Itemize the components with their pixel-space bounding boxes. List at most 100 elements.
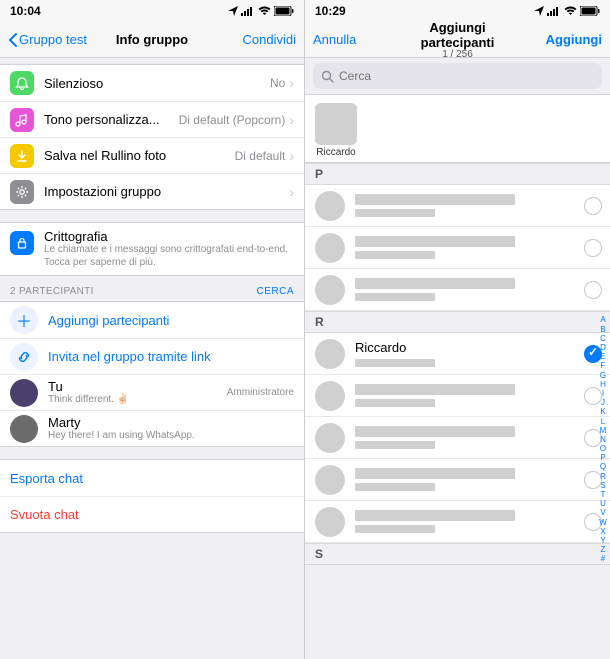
nav-title: Aggiungi partecipanti 1 / 256: [409, 20, 505, 60]
contact-row[interactable]: [305, 227, 610, 269]
search-wrap: [305, 58, 610, 95]
index-letter[interactable]: H: [600, 380, 606, 389]
index-letter[interactable]: A: [600, 315, 605, 324]
contact-row[interactable]: Riccardo: [305, 333, 610, 375]
location-icon: [534, 6, 544, 16]
back-button[interactable]: Gruppo test: [8, 32, 87, 47]
index-letter[interactable]: K: [600, 407, 605, 416]
search-field[interactable]: [313, 63, 602, 89]
index-letter[interactable]: C: [600, 334, 606, 343]
index-letter[interactable]: S: [600, 481, 605, 490]
download-icon: [10, 144, 34, 168]
member-row-marty[interactable]: Marty Hey there! I am using WhatsApp.: [0, 410, 304, 446]
index-letter[interactable]: D: [600, 343, 606, 352]
row-silent[interactable]: Silenzioso No ›: [0, 65, 304, 101]
index-letter[interactable]: B: [600, 325, 605, 334]
contact-scroll[interactable]: Riccardo PRRiccardoS ABCDEFGHIJKLMNOPQRS…: [305, 95, 610, 659]
nav-title: Info gruppo: [116, 32, 188, 47]
gear-icon: [10, 180, 34, 204]
selected-contact[interactable]: Riccardo: [315, 103, 357, 158]
contact-status: [355, 483, 435, 491]
signal-icon: [241, 6, 255, 16]
cancel-button[interactable]: Annulla: [313, 32, 356, 47]
plus-icon: ＋: [10, 306, 38, 334]
index-letter[interactable]: Z: [601, 545, 606, 554]
selected-strip: Riccardo: [305, 95, 610, 163]
contact-name: [355, 384, 515, 395]
index-letter[interactable]: M: [600, 426, 607, 435]
contact-row[interactable]: [305, 459, 610, 501]
avatar: [10, 415, 38, 443]
contact-list: PRRiccardoS: [305, 163, 610, 565]
search-participants-button[interactable]: CERCA: [256, 286, 294, 297]
avatar: [10, 379, 38, 407]
wifi-icon: [564, 6, 577, 16]
bell-icon: [10, 71, 34, 95]
value-save: Di default: [235, 149, 290, 163]
chevron-right-icon: ›: [289, 112, 294, 128]
contact-row[interactable]: [305, 501, 610, 543]
index-letter[interactable]: X: [600, 527, 605, 536]
index-letter[interactable]: P: [600, 453, 605, 462]
index-letter[interactable]: E: [600, 352, 605, 361]
member-row-you[interactable]: Tu Think different. ✌🏻 Amministratore: [0, 374, 304, 410]
index-letter[interactable]: O: [600, 444, 606, 453]
index-letter[interactable]: I: [602, 389, 604, 398]
index-letter[interactable]: R: [600, 472, 606, 481]
row-group-settings[interactable]: Impostazioni gruppo ›: [0, 173, 304, 209]
status-time: 10:29: [315, 4, 346, 18]
index-letter[interactable]: F: [601, 361, 606, 370]
chevron-right-icon: ›: [289, 184, 294, 200]
status-indicators: [228, 6, 294, 16]
settings-section: Silenzioso No › Tono personalizza... Di …: [0, 64, 304, 210]
index-letter[interactable]: W: [599, 518, 607, 527]
index-letter[interactable]: L: [601, 417, 605, 426]
wifi-icon: [258, 6, 271, 16]
scroll-area[interactable]: Silenzioso No › Tono personalizza... Di …: [0, 58, 304, 659]
contact-status: [355, 441, 435, 449]
index-letter[interactable]: J: [601, 398, 605, 407]
contact-name: [355, 426, 515, 437]
contact-status: [355, 251, 435, 259]
index-letter[interactable]: U: [600, 499, 606, 508]
index-letter[interactable]: V: [600, 508, 605, 517]
contact-row[interactable]: [305, 185, 610, 227]
section-header: R: [305, 311, 610, 333]
location-icon: [228, 6, 238, 16]
section-header: S: [305, 543, 610, 565]
chevron-left-icon: [8, 33, 17, 47]
avatar: [315, 191, 345, 221]
contact-status: [355, 525, 435, 533]
value-silent: No: [270, 76, 289, 90]
row-tone[interactable]: Tono personalizza... Di default (Popcorn…: [0, 101, 304, 137]
music-icon: [10, 108, 34, 132]
index-letter[interactable]: Y: [600, 536, 605, 545]
avatar: [315, 339, 345, 369]
select-radio[interactable]: [584, 197, 602, 215]
search-input[interactable]: [339, 69, 594, 83]
nav-bar: Annulla Aggiungi partecipanti 1 / 256 Ag…: [305, 22, 610, 58]
add-button[interactable]: Aggiungi: [546, 32, 602, 47]
contact-row[interactable]: [305, 417, 610, 459]
index-letter[interactable]: Q: [600, 462, 606, 471]
chevron-right-icon: ›: [289, 75, 294, 91]
avatar: [315, 465, 345, 495]
avatar: [315, 275, 345, 305]
export-chat-row[interactable]: Esporta chat: [0, 460, 304, 496]
invite-link-row[interactable]: Invita nel gruppo tramite link: [0, 338, 304, 374]
contact-status: [355, 293, 435, 301]
row-save-photo[interactable]: Salva nel Rullino foto Di default ›: [0, 137, 304, 173]
index-letter[interactable]: #: [601, 554, 605, 563]
share-button[interactable]: Condividi: [243, 32, 296, 47]
index-letter[interactable]: T: [601, 490, 606, 499]
alpha-index[interactable]: ABCDEFGHIJKLMNOPQRSTUVWXYZ#: [596, 230, 610, 649]
contact-status: [355, 359, 435, 367]
add-participants-row[interactable]: ＋ Aggiungi partecipanti: [0, 302, 304, 338]
clear-chat-row[interactable]: Svuota chat: [0, 496, 304, 532]
row-encryption[interactable]: Crittografia Le chiamate e i messaggi so…: [0, 223, 304, 275]
contact-row[interactable]: [305, 375, 610, 417]
index-letter[interactable]: N: [600, 435, 606, 444]
chat-actions-section: Esporta chat Svuota chat: [0, 459, 304, 533]
contact-row[interactable]: [305, 269, 610, 311]
index-letter[interactable]: G: [600, 371, 606, 380]
